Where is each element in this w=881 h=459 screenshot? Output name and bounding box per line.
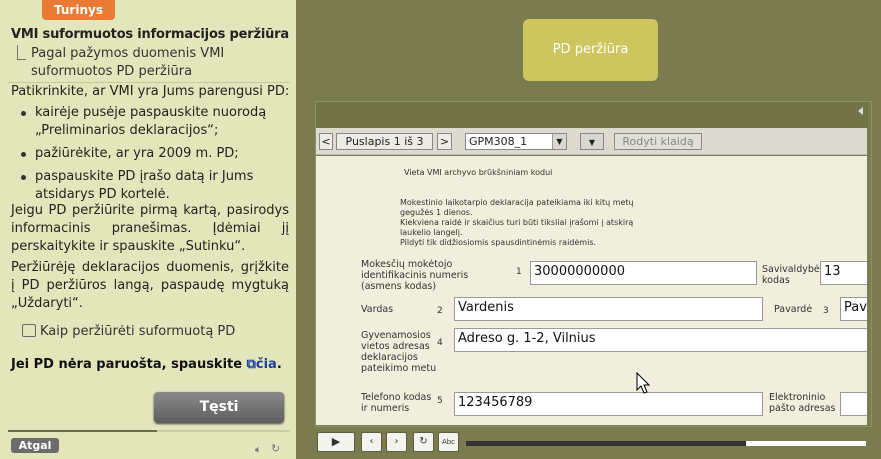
back-button[interactable]: Atgal xyxy=(11,438,59,453)
chevron-down-icon[interactable]: ▼ xyxy=(552,134,566,149)
form-select[interactable]: GPM308_1 ▼ xyxy=(465,133,567,150)
replay-icon[interactable]: ↻ xyxy=(271,440,280,458)
field-number: 2 xyxy=(437,306,443,316)
municipality-label: Savivaldybės kodas xyxy=(762,264,825,286)
list-item: paspauskite PD įrašo datą ir Jums atsida… xyxy=(13,168,291,204)
sound-icon[interactable]: 🔈︎ xyxy=(255,441,262,459)
chevron-down-icon: ▼ xyxy=(588,138,596,147)
address-label: Gyvenamosios vietos adresas deklaracijos… xyxy=(361,330,437,374)
viewer-toolbar: < Puslapis 1 iš 3 > GPM308_1 ▼ ▼ Rodyti k… xyxy=(316,128,867,155)
continue-button[interactable]: Tęsti xyxy=(154,392,284,423)
toc-tree-line xyxy=(17,45,26,60)
list-item: kairėje pusėje paspauskite nuorodą „Prel… xyxy=(13,104,291,140)
external-link-icon[interactable]: ⧉ xyxy=(247,357,256,372)
bullet-icon xyxy=(21,152,26,157)
first-view-paragraph: Jeigu PD peržiūrite pirmą kartą, pasirod… xyxy=(11,203,289,254)
field-number: 1 xyxy=(516,267,522,277)
progress-fill xyxy=(8,430,158,432)
show-errors-button[interactable]: Rodyti klaidą xyxy=(614,133,702,150)
left-panel: Turinys VMI suformuotos informacijos per… xyxy=(0,0,296,459)
name-field[interactable]: Vardenis xyxy=(454,297,763,321)
email-field[interactable] xyxy=(840,392,867,416)
tv-icon xyxy=(22,323,36,337)
step-forward-button[interactable]: › xyxy=(386,432,407,452)
toc-title[interactable]: VMI suformuotos informacijos peržiūra xyxy=(11,26,289,44)
seek-fill xyxy=(466,441,746,446)
instruction-line: Pildyti tik didžiosiomis spausdintinėmis… xyxy=(400,238,597,247)
play-button[interactable]: ▶ xyxy=(317,432,355,452)
reload-button[interactable]: ↻ xyxy=(413,432,434,452)
field-number: 3 xyxy=(823,306,829,316)
bullet-icon xyxy=(21,111,26,116)
address-field[interactable]: Adreso g. 1-2, Vilnius xyxy=(454,328,867,352)
not-ready-end: . xyxy=(276,357,282,372)
prev-page-button[interactable]: < xyxy=(319,133,333,150)
tab-turinys[interactable]: Turinys xyxy=(42,0,115,20)
surname-label: Pavardė xyxy=(774,304,813,315)
barcode-note: Vieta VMI archyvo brūkšniniam kodui xyxy=(404,168,553,177)
instruction-line: laukelio langelį. xyxy=(400,228,463,237)
list-item-text: pažiūrėkite, ar yra 2009 m. PD; xyxy=(35,146,239,161)
pd-view-button[interactable]: PD peržiūra xyxy=(523,19,658,81)
next-page-button[interactable]: > xyxy=(437,133,452,150)
phone-field[interactable]: 123456789 xyxy=(454,392,763,416)
bullet-icon xyxy=(21,175,26,180)
pd-document: Vieta VMI archyvo brūkšniniam kodui Moke… xyxy=(316,156,867,425)
mouse-cursor-icon xyxy=(636,372,651,394)
instruction-line: Kiekviena raidė ir skaičius turi būti ti… xyxy=(400,218,634,227)
instruction-line: gegužės 1 dienos. xyxy=(400,208,473,217)
captions-button[interactable]: Abc xyxy=(438,432,459,452)
email-label: Elektroninio pašto adresas xyxy=(769,392,836,414)
playback-controls: ▶ ‹ › ↻ Abc xyxy=(316,430,881,455)
field-number: 4 xyxy=(437,338,443,348)
page-indicator: Puslapis 1 iš 3 xyxy=(336,133,433,150)
howto-link-label: Kaip peržiūrėti suformuotą PD xyxy=(40,324,236,339)
step-back-button[interactable]: ‹ xyxy=(361,432,382,452)
howto-link[interactable]: Kaip peržiūrėti suformuotą PD xyxy=(22,323,235,341)
phone-label: Telefono kodas ir numeris xyxy=(361,392,432,414)
viewer-header xyxy=(316,102,868,128)
intro-text: Patikrinkite, ar VMI yra Jums parengusi … xyxy=(11,84,290,99)
form-select-value: GPM308_1 xyxy=(469,135,528,148)
error-select[interactable]: ▼ xyxy=(580,133,604,150)
list-item: pažiūrėkite, ar yra 2009 m. PD; xyxy=(13,145,291,163)
municipality-field[interactable]: 13 xyxy=(820,261,867,285)
toc-item[interactable]: Pagal pažymos duomenis VMI suformuotos P… xyxy=(31,45,293,81)
not-ready-text: Jei PD nėra paruošta, spauskite ⧉čia. xyxy=(11,356,282,374)
taxpayer-id-field[interactable]: 30000000000 xyxy=(530,261,757,285)
list-item-text: kairėje pusėje paspauskite nuorodą „Prel… xyxy=(35,105,267,138)
return-paragraph: Peržiūrėję deklaracijos duomenis, grįžki… xyxy=(11,260,289,311)
instruction-line: Mokestinio laikotarpio deklaracija patei… xyxy=(400,198,634,207)
surname-field[interactable]: Pava xyxy=(840,297,867,321)
field-number: 5 xyxy=(437,396,443,406)
here-link[interactable]: čia xyxy=(256,357,277,372)
name-label: Vardas xyxy=(361,304,394,315)
taxpayer-id-label: Mokesčių mokėtojo identifikacinis numeri… xyxy=(361,259,469,292)
instruction-list: kairėje pusėje paspauskite nuorodą „Prel… xyxy=(13,104,291,209)
list-item-text: paspauskite PD įrašo datą ir Jums atsida… xyxy=(35,169,254,202)
collapse-icon[interactable] xyxy=(858,107,863,115)
not-ready-label: Jei PD nėra paruošta, spauskite xyxy=(11,357,247,372)
